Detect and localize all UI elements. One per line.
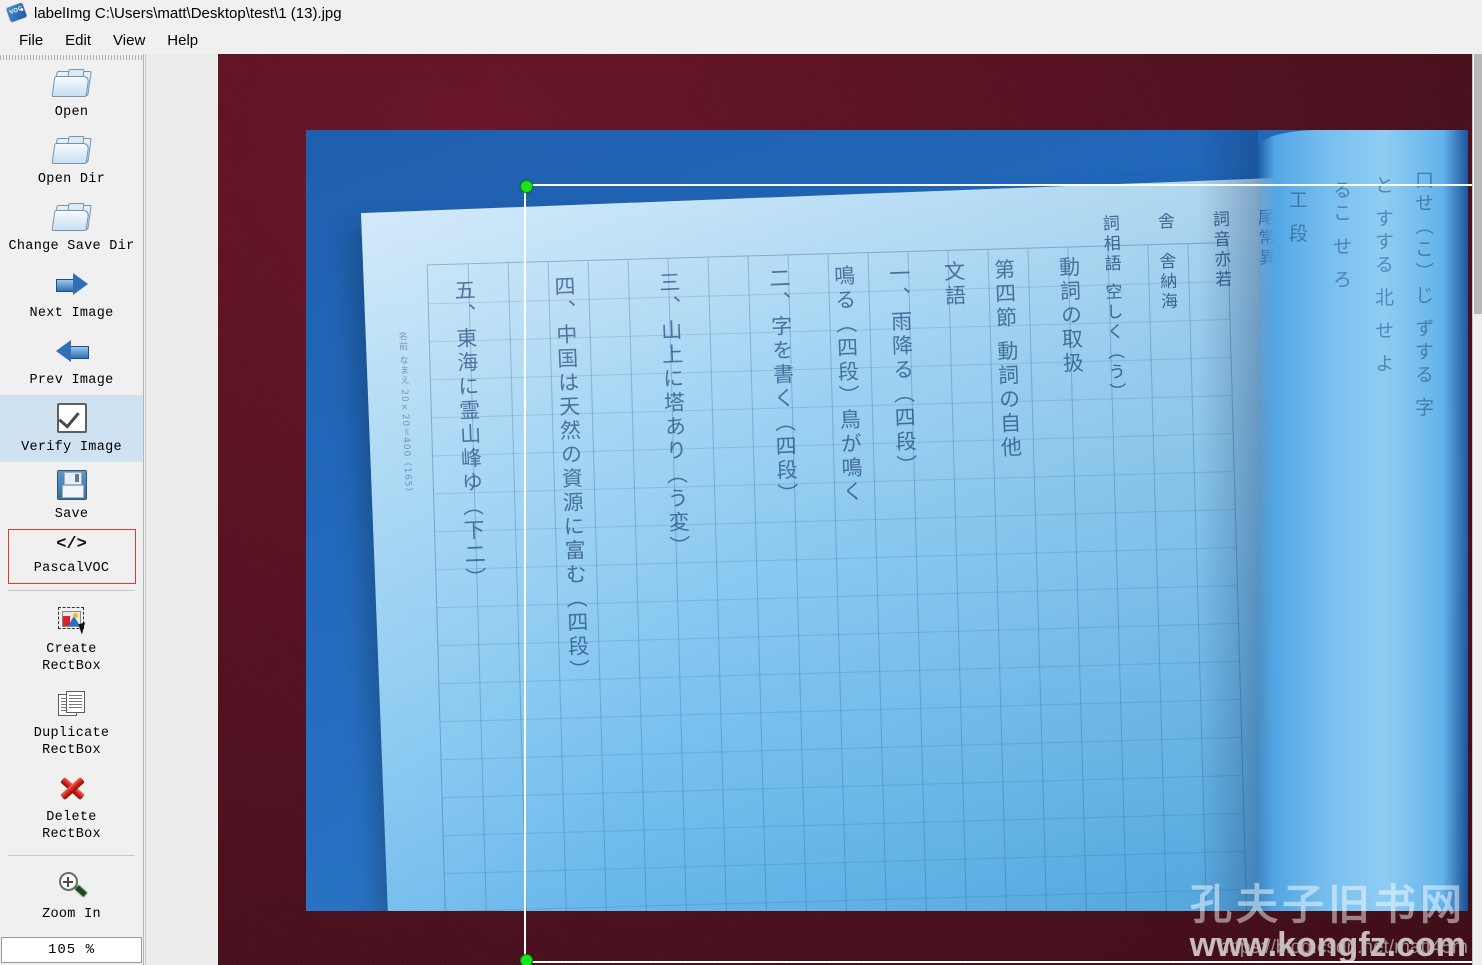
- window-title: labelImg C:\Users\matt\Desktop\test\1 (1…: [34, 4, 342, 22]
- toolbar-button-format-pascalvoc[interactable]: </> PascalVOC: [7, 529, 136, 584]
- menu-item-help[interactable]: Help: [156, 29, 209, 52]
- toolbar-button-change-save-dir[interactable]: Change Save Dir: [0, 194, 143, 261]
- left-toolbar: Open Open Dir Change Save Dir Next Image: [0, 54, 144, 965]
- right-page-column: るこ せ ろ: [1330, 180, 1352, 293]
- folder-open-icon: [51, 200, 92, 234]
- right-page-column: 工 段: [1286, 190, 1308, 247]
- toolbar-button-prev-image[interactable]: Prev Image: [0, 328, 143, 395]
- toolbar-button-open-dir[interactable]: Open Dir: [0, 127, 143, 194]
- folder-open-icon: [51, 66, 92, 100]
- toolbar-label-open: Open: [54, 105, 89, 120]
- toolbar-label-zoom-in: Zoom In: [42, 907, 101, 922]
- app-icon-text: VOC: [8, 5, 24, 16]
- menu-bar: File Edit View Help: [0, 26, 1482, 54]
- loaded-image: 名前 なまえ 20×20＝400（165） 五、東海に霊山峰ゆ（下二） 四、中国…: [306, 130, 1468, 911]
- menu-item-edit[interactable]: Edit: [54, 29, 102, 52]
- toolbar-label-save: Save: [54, 507, 89, 522]
- zoom-in-icon: [58, 868, 87, 902]
- toolbar-label-create-rectbox: Create RectBox: [42, 642, 101, 674]
- toolbar-button-zoom-in[interactable]: Zoom In: [0, 862, 143, 929]
- create-rectbox-icon: [57, 603, 89, 637]
- code-tag-icon: </>: [56, 535, 87, 554]
- canvas-gutter: [145, 54, 218, 965]
- title-bar: VOC labelImg C:\Users\matt\Desktop\test\…: [0, 0, 1482, 26]
- curled-page: 工 段 るこ せ ろ と すする 北 せ よ 口せ（こ）じ ずする 字: [1258, 130, 1468, 911]
- menu-item-file[interactable]: File: [8, 29, 54, 52]
- zoom-level-spinbox[interactable]: 105 %: [1, 937, 142, 963]
- duplicate-rectbox-icon: [57, 687, 86, 721]
- folder-open-icon: [51, 133, 92, 167]
- menu-item-view[interactable]: View: [102, 29, 156, 52]
- arrow-left-icon: [52, 334, 92, 368]
- toolbar-label-delete-rectbox: Delete RectBox: [42, 810, 101, 842]
- toolbar-button-verify-image[interactable]: Verify Image: [0, 395, 143, 462]
- app-icon: VOC: [5, 2, 28, 23]
- toolbar-button-delete-rectbox[interactable]: Delete RectBox: [0, 765, 143, 849]
- toolbar-label-change-save-dir: Change Save Dir: [8, 239, 135, 254]
- toolbar-label-next-image: Next Image: [29, 306, 114, 321]
- image-canvas[interactable]: 名前 なまえ 20×20＝400（165） 五、東海に霊山峰ゆ（下二） 四、中国…: [218, 54, 1472, 965]
- scrollbar-thumb[interactable]: [1474, 54, 1482, 314]
- right-page-column: と すする 北 せ よ: [1372, 175, 1394, 377]
- arrow-right-icon: [52, 267, 92, 301]
- toolbar-separator: [8, 590, 135, 591]
- toolbar-label-open-dir: Open Dir: [37, 172, 106, 187]
- delete-rectbox-icon: [57, 771, 87, 805]
- canvas-vertical-scrollbar[interactable]: [1472, 54, 1482, 965]
- toolbar-label-prev-image: Prev Image: [29, 373, 114, 388]
- toolbar-button-create-rectbox[interactable]: Create RectBox: [0, 597, 143, 681]
- toolbar-button-next-image[interactable]: Next Image: [0, 261, 143, 328]
- page-curl-shadow: [1198, 130, 1258, 911]
- toolbar-drag-handle[interactable]: [0, 55, 143, 60]
- manuscript-column: 動詞の取扱: [1056, 255, 1085, 377]
- right-page-column: 口せ（こ）じ ずする 字: [1412, 170, 1434, 421]
- manuscript-column: 舎 舎納海: [1153, 211, 1178, 313]
- toolbar-label-duplicate-rectbox: Duplicate RectBox: [33, 726, 110, 758]
- toolbar-separator: [8, 855, 135, 856]
- toolbar-label-verify-image: Verify Image: [21, 440, 122, 455]
- floppy-disk-icon: [56, 468, 87, 502]
- manuscript-column: 文語: [941, 259, 968, 309]
- toolbar-button-open[interactable]: Open: [0, 60, 143, 127]
- toolbar-button-duplicate-rectbox[interactable]: Duplicate RectBox: [0, 681, 143, 765]
- labelimg-window: VOC labelImg C:\Users\matt\Desktop\test\…: [0, 0, 1482, 965]
- toolbar-label-pascalvoc: PascalVOC: [33, 561, 110, 576]
- checkbox-checked-icon: [56, 401, 87, 435]
- toolbar-button-save[interactable]: Save: [0, 462, 143, 529]
